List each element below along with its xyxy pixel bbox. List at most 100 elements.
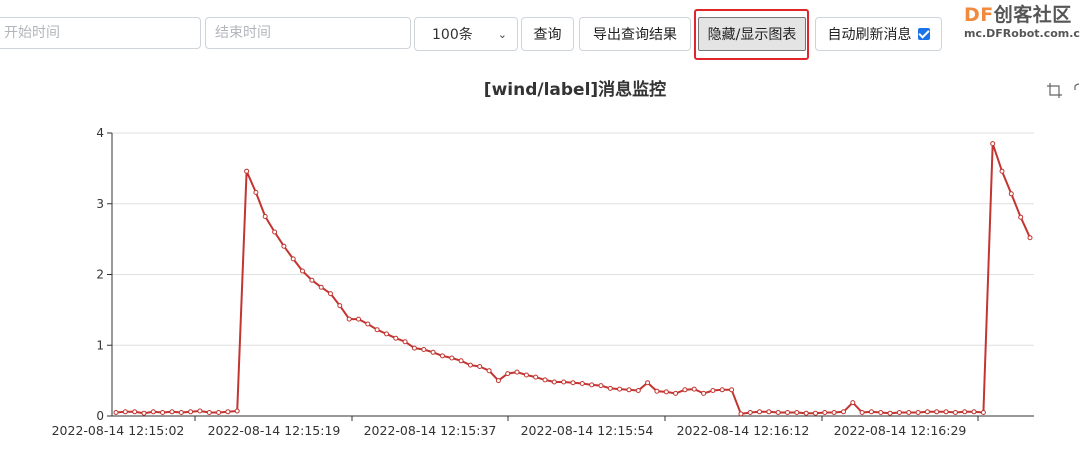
logo-brand: DF [964,4,994,26]
data-point [896,410,902,415]
grid-layer [112,132,1034,346]
data-point [495,378,501,384]
data-point [514,369,520,375]
data-point [216,410,222,415]
limit-select-value: 100条 [432,27,473,43]
data-point [262,214,268,219]
data-point [384,331,389,337]
data-point [486,368,492,374]
data-point [831,410,837,415]
end-time-input[interactable] [205,17,411,49]
data-point [458,358,464,364]
data-point [579,381,585,386]
data-point [169,409,175,415]
query-button[interactable]: 查询 [521,17,574,51]
data-point [934,409,940,415]
data-point [533,374,539,380]
data-point [803,410,809,416]
data-point [850,400,856,406]
data-point [645,380,651,386]
data-point [439,353,445,359]
data-point [701,390,707,396]
data-point [467,362,473,368]
y-tick-label: 0 [96,409,104,423]
data-point [150,409,156,415]
data-point [113,410,119,415]
y-tick-label: 3 [96,197,104,211]
data-point [197,408,203,414]
data-point [924,409,930,415]
data-point [253,189,259,195]
data-point [122,409,128,415]
x-tick-label: 2022-08-14 12:15:02 [52,423,185,438]
data-point [430,349,436,355]
auto-refresh-checkbox[interactable] [917,28,930,40]
data-point [841,409,846,415]
data-point [178,410,184,415]
chevron-down-icon: ⌄ [497,27,507,41]
data-point [1018,214,1024,220]
data-point [393,335,399,341]
data-point [402,339,408,345]
data-point [990,141,996,147]
data-point [682,387,688,393]
auto-refresh-toggle[interactable]: 自动刷新消息 [815,17,942,51]
data-point [943,409,949,415]
data-point [188,409,194,415]
data-point [551,379,557,385]
data-point [673,390,679,396]
data-point [225,409,231,415]
data-point [477,364,483,369]
data-point [962,409,968,415]
data-point [691,386,697,392]
series-layer [113,141,1033,417]
data-point [626,387,632,393]
y-tick-label: 4 [96,126,104,140]
toggle-chart-button[interactable]: 隐藏/显示图表 [698,17,806,51]
data-point [878,410,884,415]
data-point [868,409,874,415]
limit-select[interactable]: 100条 ⌄ [414,17,518,51]
data-point [300,268,305,274]
start-time-input[interactable] [0,17,201,49]
data-point [980,410,986,415]
data-point [971,409,977,415]
data-point [505,371,511,377]
x-tick-label: 2022-08-14 12:15:54 [521,423,654,438]
data-point [272,229,278,235]
data-point [654,388,660,394]
data-point [663,389,669,395]
data-point [775,410,781,415]
data-point [729,387,735,393]
logo-brand-rest: 创客社区 [993,4,1072,26]
logo-site: mc.DFRobot.com.cn [964,27,1080,40]
data-point [234,408,240,414]
data-point [141,410,147,416]
data-point [719,387,725,393]
export-button[interactable]: 导出查询结果 [579,17,691,51]
data-zoom-icon[interactable] [1047,83,1062,98]
data-point [365,321,371,327]
toolbar: 100条 ⌄ 查询 导出查询结果 隐藏/显示图表 自动刷新消息 DF创客社区 m… [0,0,1080,70]
chart-title: [wind/label]消息监控 [483,80,667,100]
data-point [374,327,380,333]
data-point [561,379,567,385]
dfrobot-logo: DF创客社区 mc.DFRobot.com.cn [964,4,1080,48]
data-point [738,411,744,417]
data-point [523,372,529,378]
data-point [206,410,212,415]
data-point [747,410,753,415]
data-point [346,316,352,322]
data-point [570,380,576,386]
data-point [915,410,921,415]
data-point [160,410,166,415]
x-tick-label: 2022-08-14 12:16:29 [834,423,967,438]
x-tick-label: 2022-08-14 12:15:19 [208,423,341,438]
data-point [859,410,865,415]
data-point [1027,235,1033,241]
restore-icon[interactable] [1074,83,1080,90]
data-point [617,386,623,392]
data-point [318,284,324,290]
data-point [785,410,790,415]
data-point [822,410,828,415]
